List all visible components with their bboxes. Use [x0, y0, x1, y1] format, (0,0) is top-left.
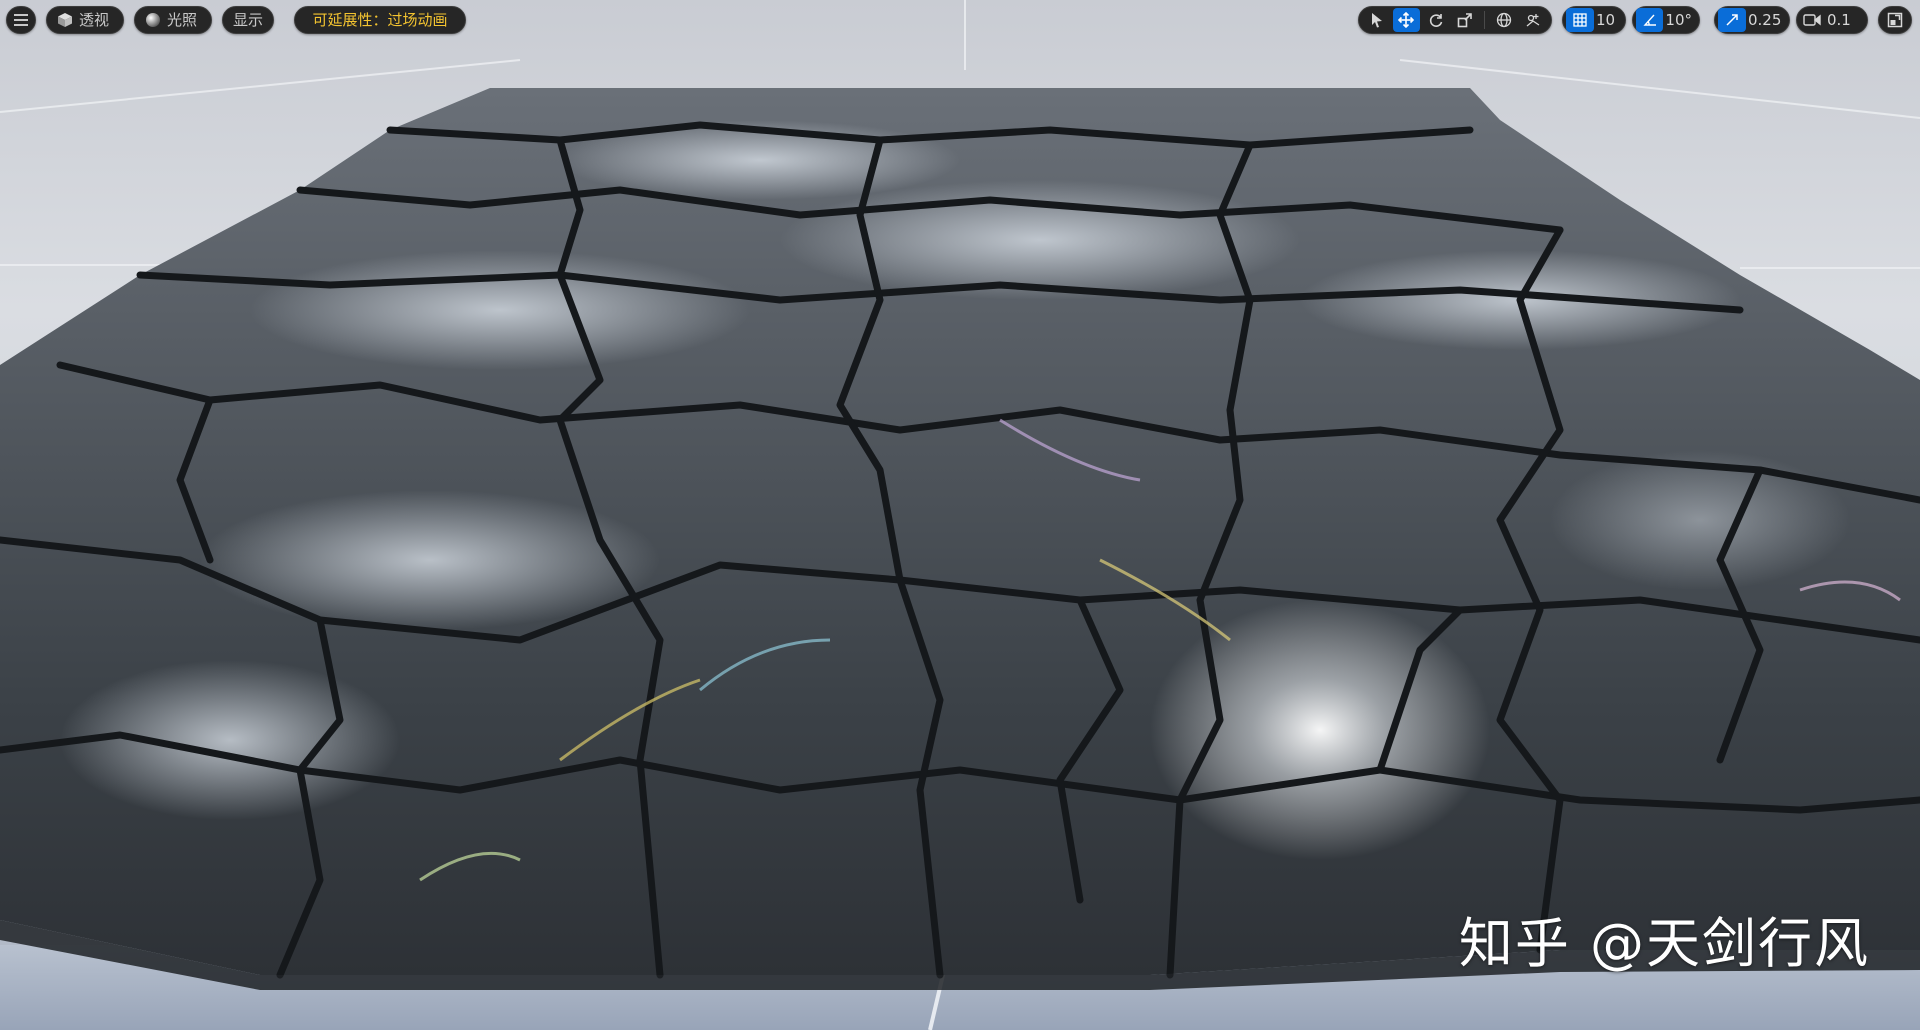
watermark-text: 知乎 @天剑行风 — [1458, 912, 1870, 975]
surface-snap-button[interactable] — [1519, 8, 1547, 32]
grid-snap-value[interactable]: 10 — [1594, 6, 1619, 34]
scale-snap-button[interactable]: 0.25 — [1714, 6, 1790, 34]
maximize-viewport-button[interactable] — [1878, 6, 1912, 34]
scale-snap-icon — [1725, 13, 1739, 27]
lit-sphere-icon — [145, 12, 161, 28]
rotate-icon — [1428, 12, 1444, 28]
grid-snap-icon — [1573, 13, 1587, 27]
grid-snap-toggle[interactable] — [1566, 8, 1594, 32]
view-mode-label: 透视 — [79, 11, 110, 29]
translate-tool-button[interactable] — [1392, 8, 1420, 32]
scalability-warning-button[interactable]: 可延展性：过场动画 — [294, 6, 466, 34]
camera-speed-icon — [1803, 13, 1821, 27]
rotate-tool-button[interactable] — [1422, 8, 1450, 32]
select-arrow-icon — [1370, 12, 1384, 28]
scale-tool-button[interactable] — [1452, 8, 1480, 32]
scale-snap-toggle[interactable] — [1718, 8, 1746, 32]
surface-snap-icon — [1525, 12, 1541, 28]
show-flags-button[interactable]: 显示 — [222, 6, 274, 34]
rotation-snap-button[interactable]: 10° — [1632, 6, 1700, 34]
scale-icon — [1457, 12, 1473, 28]
maximize-viewport-icon — [1887, 12, 1903, 28]
translate-arrows-icon — [1398, 12, 1415, 28]
camera-speed-value: 0.1 — [1827, 11, 1851, 29]
level-viewport[interactable]: 透视 光照 显示 可延展性：过场动画 10 10° 0.25 0.1 知乎 @天… — [0, 0, 1920, 1030]
hamburger-menu-icon — [14, 14, 28, 26]
camera-speed-button[interactable]: 0.1 — [1796, 6, 1868, 34]
scalability-label: 可延展性：过场动画 — [312, 11, 448, 29]
select-tool-button[interactable] — [1363, 8, 1391, 32]
grid-snap-button[interactable]: 10 — [1562, 6, 1626, 34]
rotation-snap-toggle[interactable] — [1636, 8, 1664, 32]
toolbar-divider — [1484, 11, 1485, 29]
lighting-label: 光照 — [167, 11, 198, 29]
rotation-snap-value[interactable]: 10° — [1663, 6, 1696, 34]
viewport-options-button[interactable] — [6, 6, 36, 34]
perspective-cube-icon — [57, 12, 73, 28]
world-local-toggle[interactable] — [1490, 8, 1518, 32]
show-label: 显示 — [232, 11, 263, 29]
viewport-scene[interactable] — [0, 0, 1920, 1030]
angle-snap-icon — [1643, 13, 1657, 27]
transform-tools-group — [1358, 6, 1552, 34]
view-mode-button[interactable]: 透视 — [46, 6, 124, 34]
world-globe-icon — [1496, 12, 1512, 28]
view-lighting-button[interactable]: 光照 — [134, 6, 212, 34]
scale-snap-value[interactable]: 0.25 — [1746, 6, 1785, 34]
